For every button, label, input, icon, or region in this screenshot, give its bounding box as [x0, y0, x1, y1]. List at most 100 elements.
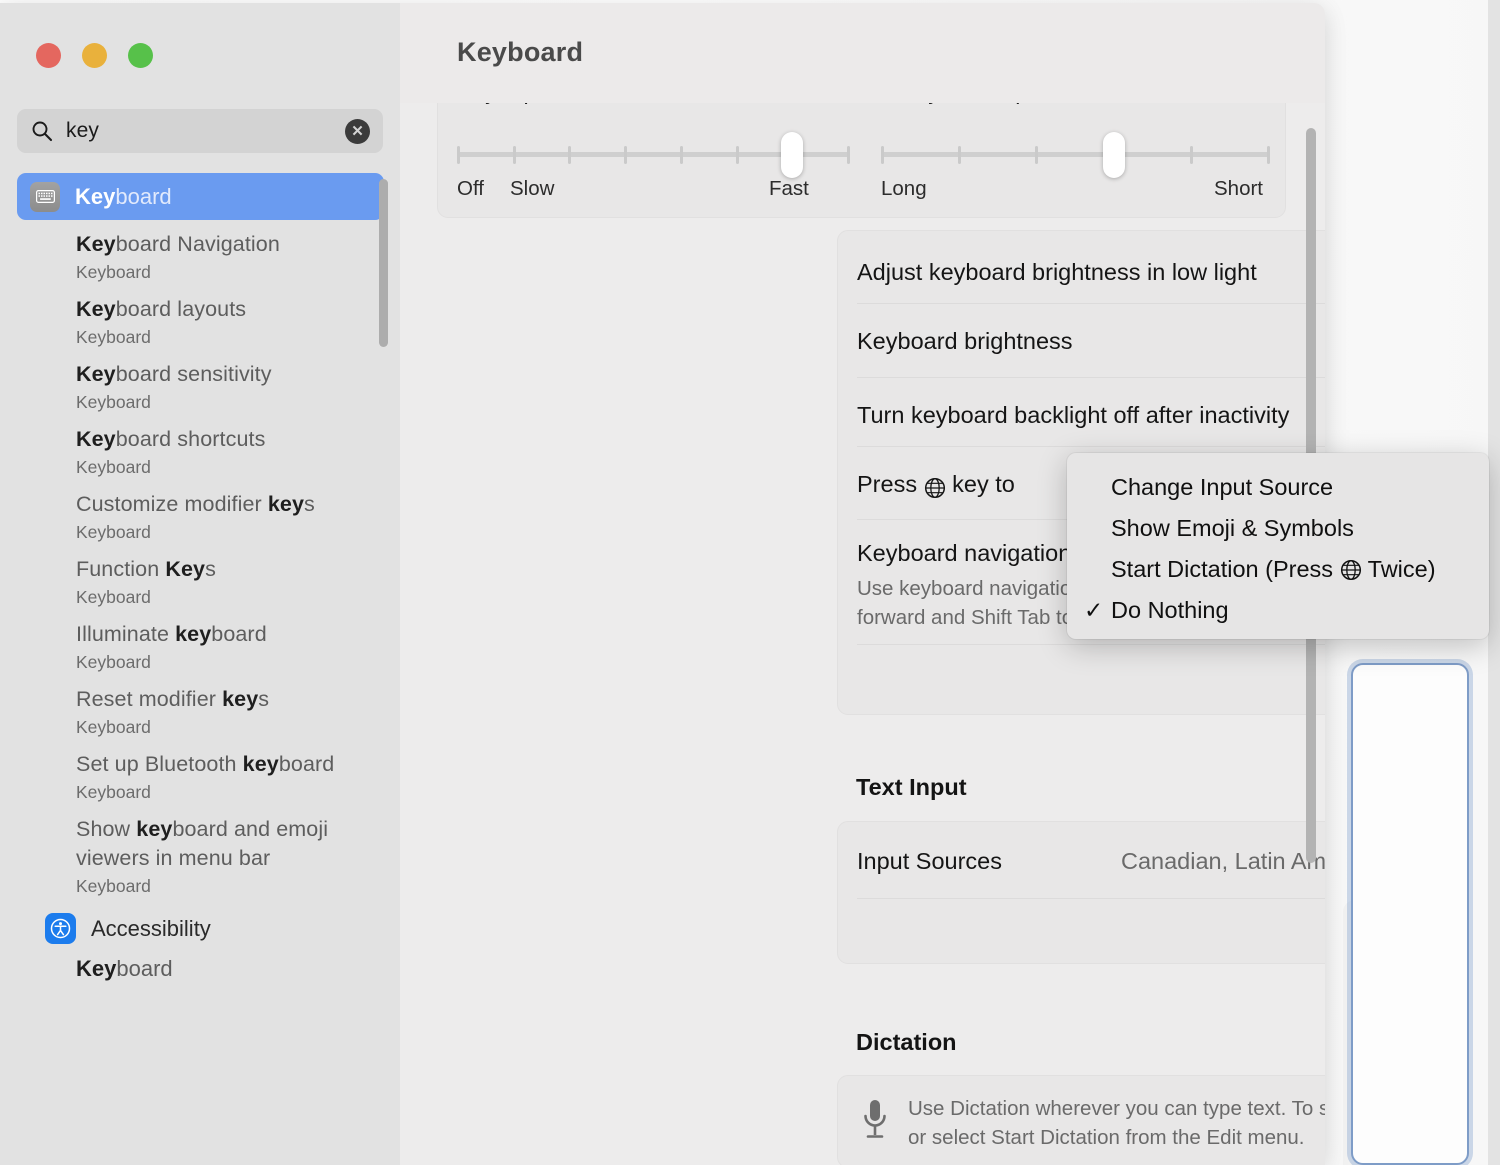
label-rest: board Navigation [115, 232, 280, 256]
sidebar-scrollbar[interactable] [379, 179, 388, 347]
press-label-post: key to [945, 471, 1015, 497]
checkmark-icon: ✓ [1084, 597, 1104, 623]
menu-item[interactable]: Change Input Source [1067, 467, 1489, 508]
label-rest: board [116, 956, 173, 981]
sidebar-item-label: Keyboard [75, 184, 172, 210]
list-item-title: Reset modifier keys [76, 685, 400, 714]
close-circle-icon[interactable]: ✕ [345, 118, 370, 144]
minimize-button[interactable] [82, 43, 107, 68]
list-item-title: Keyboard sensitivity [76, 360, 400, 389]
list-item[interactable]: Customize modifier keys Keyboard [17, 480, 400, 545]
key-repeat-slider-track[interactable] [457, 132, 850, 178]
slider-tick [457, 146, 460, 164]
close-button[interactable] [36, 43, 61, 68]
sidebar-item-keyboard-selected[interactable]: Keyboard [17, 173, 384, 220]
label-rest: board [278, 752, 335, 776]
delay-slider-track[interactable] [881, 132, 1270, 178]
auto-brightness-label: Adjust keyboard brightness in low light [857, 259, 1257, 285]
match-highlight: Key [165, 557, 206, 581]
keyboard-brightness-label: Keyboard brightness [857, 328, 1073, 354]
label-rest: s [304, 492, 315, 516]
globe-icon [1340, 556, 1362, 582]
menu-item[interactable]: Show Emoji & Symbols [1067, 508, 1489, 549]
divider [857, 377, 1325, 378]
list-item[interactable]: Keyboard shortcuts Keyboard [17, 415, 400, 480]
result-rows: Keyboard Navigation Keyboard Keyboard layo… [17, 220, 400, 899]
list-item[interactable]: Keyboard sensitivity Keyboard [17, 350, 400, 415]
list-item[interactable]: Illuminate keyboard Keyboard [17, 610, 400, 675]
delay-slider-knob[interactable] [1102, 132, 1125, 178]
match-highlight: key [222, 687, 259, 711]
label-pre: Illuminate [76, 622, 176, 646]
key-repeat-slow-label: Slow [510, 177, 555, 200]
label-pre: Function [76, 557, 166, 581]
list-item[interactable]: Keyboard Navigation Keyboard [17, 220, 400, 285]
list-item[interactable]: Reset modifier keys Keyboard [17, 675, 400, 740]
menu-items: Change Input Source Show Emoji & Symbols S… [1067, 467, 1489, 631]
label-rest: board layouts [115, 297, 247, 321]
match-highlight: key [242, 752, 279, 776]
desktop-backdrop: key ✕ Keyboard Keyboard Navigation Keybo… [0, 0, 1500, 1165]
list-item-subtitle: Keyboard [76, 392, 151, 412]
label-rest: s [258, 687, 270, 711]
press-globe-key-dropdown-menu: Change Input Source Show Emoji & Symbols S… [1067, 453, 1489, 639]
list-item-title: Show keyboard and emoji viewers in menu … [76, 815, 400, 873]
menu-item-label: Change Input Source [1111, 474, 1334, 500]
match-highlight: Key [76, 956, 117, 981]
list-item-subtitle: Keyboard [76, 327, 151, 347]
key-repeat-slider-knob[interactable] [781, 132, 804, 178]
menu-item[interactable]: Start Dictation (Press Twice) [1067, 549, 1489, 590]
window-controls [36, 43, 153, 68]
dictation-description: Use Dictation wherever you can type text… [908, 1097, 1325, 1149]
accessibility-icon [45, 913, 76, 944]
zoom-button[interactable] [128, 43, 153, 68]
key-repeat-off-label: Off [457, 177, 484, 200]
label-rest: board [211, 622, 267, 646]
list-item-title: Keyboard shortcuts [76, 425, 400, 454]
label-rest: board shortcuts [115, 427, 266, 451]
search-input-value[interactable]: key [66, 119, 345, 143]
list-item[interactable]: Keyboard layouts Keyboard [17, 285, 400, 350]
label-pre: Show [76, 817, 137, 841]
search-results-list: Keyboard Keyboard Navigation Keyboard Keyb… [0, 173, 400, 1165]
slider-tick [847, 146, 850, 164]
label-pre: Customize modifier [76, 492, 268, 516]
content-titlebar: Keyboard [400, 3, 1325, 103]
search-field[interactable]: key ✕ [17, 109, 383, 153]
slider-tick [679, 146, 683, 164]
sidebar-item-accessibility-keyboard[interactable]: Keyboard [17, 944, 400, 982]
label-rest: s [205, 557, 216, 581]
list-item-subtitle: Keyboard [76, 457, 151, 477]
list-item[interactable]: Show keyboard and emoji viewers in menu … [17, 805, 400, 899]
delay-short-label: Short [1214, 177, 1263, 200]
sidebar-group-accessibility[interactable]: Accessibility [17, 899, 400, 944]
label-rest: board [115, 183, 172, 209]
background-window-focused[interactable] [1351, 663, 1469, 1165]
page-title: Keyboard [457, 37, 584, 67]
match-highlight: key [136, 817, 173, 841]
keyboard-navigation-title: Keyboard navigation [857, 540, 1072, 566]
menu-item[interactable]: ✓ Do Nothing [1067, 590, 1489, 631]
match-highlight: Key [76, 232, 116, 256]
key-repeat-fast-label: Fast [769, 177, 809, 200]
match-highlight: key [175, 622, 212, 646]
menu-item-label: Show Emoji & Symbols [1111, 515, 1354, 541]
list-item-subtitle: Keyboard [76, 782, 151, 802]
text-input-section-title: Text Input [856, 774, 967, 800]
slider-tick [1189, 146, 1193, 164]
microphone-icon [860, 1098, 890, 1147]
slider-tick [568, 146, 572, 164]
list-item[interactable]: Set up Bluetooth keyboard Keyboard [17, 740, 400, 805]
divider [857, 303, 1325, 304]
dictation-card: Use Dictation wherever you can type text… [837, 1075, 1325, 1165]
text-input-card: Input Sources Canadian, Latin American, … [837, 821, 1325, 964]
list-item-title: Keyboard layouts [76, 295, 400, 324]
list-item-subtitle: Keyboard [76, 876, 151, 896]
press-label-pre: Press [857, 471, 924, 497]
list-item-title: Illuminate keyboard [76, 620, 400, 649]
match-highlight: Key [75, 183, 116, 209]
menu-item-label: Do Nothing [1111, 597, 1229, 623]
list-item[interactable]: Function Keys Keyboard [17, 545, 400, 610]
sidebar-group-label: Accessibility [91, 915, 211, 941]
search-icon [32, 121, 53, 142]
